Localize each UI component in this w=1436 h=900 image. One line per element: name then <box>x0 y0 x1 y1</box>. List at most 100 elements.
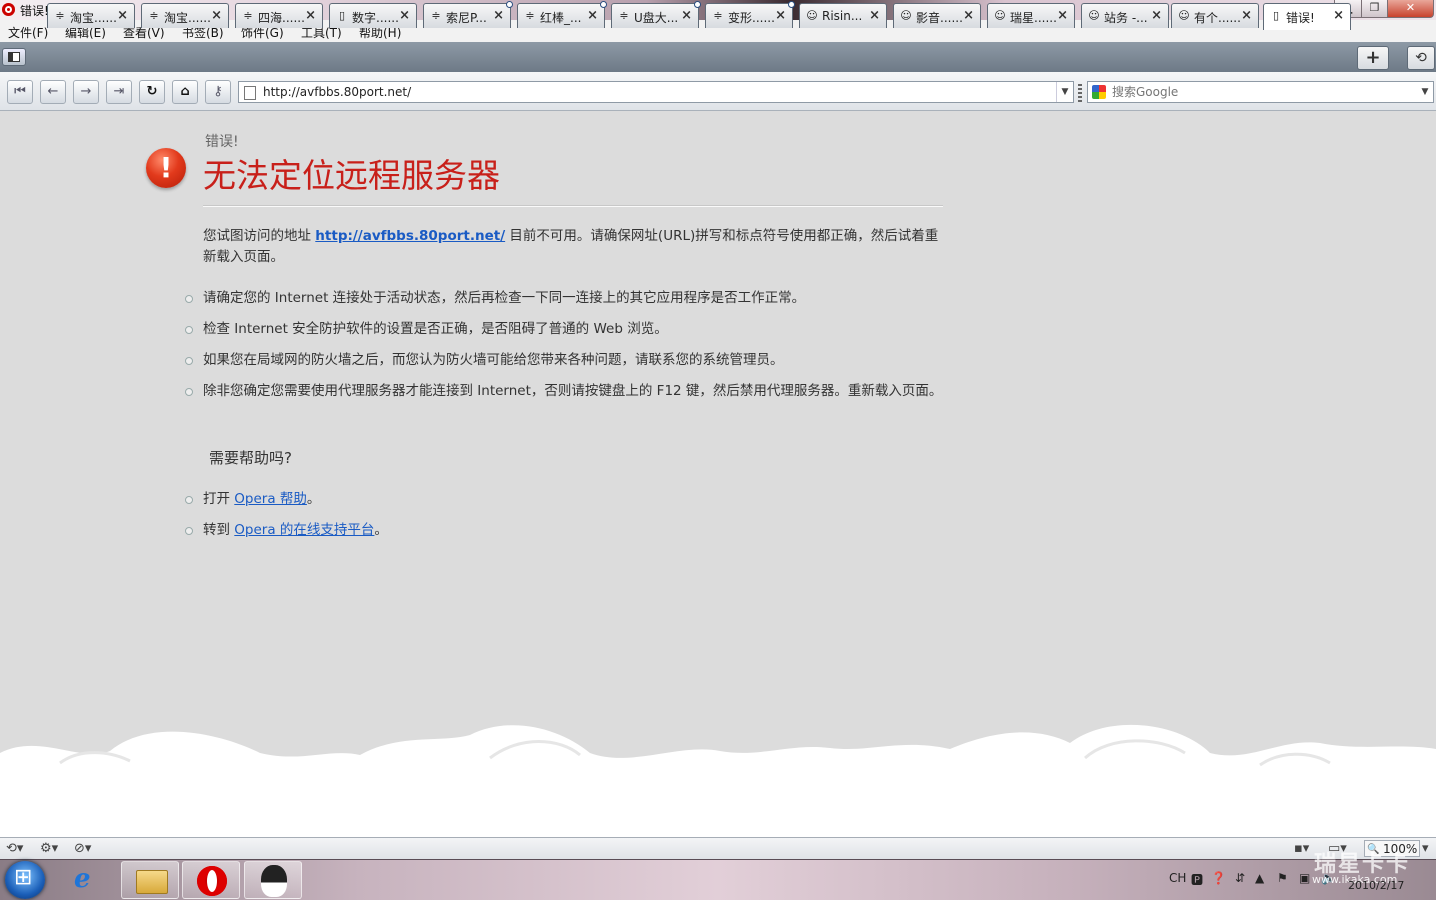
close-tab-icon[interactable]: × <box>1151 8 1162 23</box>
tab-indicator-icon <box>694 1 701 8</box>
tab[interactable]: ☺ 影音...... × <box>893 3 981 28</box>
file-explorer-icon[interactable] <box>121 861 179 899</box>
help-text: 。 <box>374 522 388 538</box>
page-icon <box>244 86 256 100</box>
tab-label: U盘大... <box>634 11 679 25</box>
bullet-icon <box>185 295 193 303</box>
tab[interactable]: ☺ 瑞星...... × <box>987 3 1075 28</box>
navigation-bar: ⏮ ← → ⇥ ↻ ⌂ ⚷ ▼ ▼ <box>0 72 1436 111</box>
address-field[interactable]: ▼ <box>238 81 1074 103</box>
divider <box>203 205 943 207</box>
tab-active[interactable]: ▯ 错误! × <box>1263 3 1351 30</box>
opera-help-link[interactable]: Opera 帮助 <box>234 491 307 507</box>
tab-indicator-icon <box>506 1 513 8</box>
toolbar-grip[interactable] <box>1078 84 1082 102</box>
smiley-icon: ☺ <box>994 9 1006 22</box>
search-field[interactable]: ▼ <box>1087 81 1434 103</box>
tab[interactable]: ≑ 变形...... × <box>705 1 795 28</box>
home-icon[interactable]: ⌂ <box>172 80 198 104</box>
close-tab-icon[interactable]: × <box>117 8 128 23</box>
tab-indicator-icon <box>600 1 607 8</box>
tab-label: 站务 -... <box>1104 11 1148 25</box>
feed-icon: ≑ <box>525 9 535 22</box>
language-indicator[interactable]: CH <box>1169 871 1186 885</box>
turbo-icon[interactable]: ⟲▾ <box>6 841 23 856</box>
close-tab-icon[interactable]: × <box>1333 8 1344 23</box>
internet-explorer-icon[interactable]: e <box>60 861 118 899</box>
tab-label: 影音...... <box>916 11 963 25</box>
help-item: 转到 Opera 的在线支持平台。 <box>203 520 943 541</box>
tab[interactable]: ☺ Risin... × <box>799 3 887 28</box>
key-icon[interactable]: ⚷ <box>205 80 231 104</box>
close-tab-icon[interactable]: × <box>1057 8 1068 23</box>
close-tab-icon[interactable]: × <box>305 8 316 23</box>
google-icon[interactable] <box>1092 85 1106 99</box>
tray-arrow-icon[interactable]: ⇵ <box>1235 871 1245 885</box>
tab-label: 红棒_... <box>540 11 582 25</box>
close-tab-icon[interactable]: × <box>493 8 504 23</box>
qq-icon[interactable] <box>244 861 302 899</box>
close-tab-icon[interactable]: × <box>775 8 786 23</box>
fast-forward-icon[interactable]: ⇥ <box>106 80 132 104</box>
help-icon[interactable]: ❓ <box>1211 871 1226 885</box>
tab[interactable]: ≑ 红棒_... × <box>517 1 607 28</box>
close-tab-icon[interactable]: × <box>681 8 692 23</box>
tab[interactable]: ≑ U盘大... × <box>611 1 701 28</box>
opera-taskbar-icon[interactable] <box>182 861 240 899</box>
tab-label: 淘宝...... <box>164 11 211 25</box>
rewind-icon[interactable]: ⏮ <box>7 80 33 104</box>
tab[interactable]: ≑ 索尼P... × <box>423 1 513 28</box>
bullet-icon <box>185 527 193 535</box>
tab[interactable]: ☺ 站务 -... × <box>1081 3 1169 28</box>
maximize-button[interactable]: ❐ <box>1361 0 1388 18</box>
close-window-button[interactable]: ✕ <box>1387 0 1434 18</box>
tab[interactable]: ▯ 数字...... × <box>329 3 417 28</box>
back-icon[interactable]: ← <box>40 80 66 104</box>
error-description: 您试图访问的地址 http://avfbbs.80port.net/ 目前不可用… <box>203 226 943 268</box>
tab[interactable]: ≑ 淘宝...... × <box>141 3 229 28</box>
close-tab-icon[interactable]: × <box>211 8 222 23</box>
page-content: ! 错误! 无法定位远程服务器 您试图访问的地址 http://avfbbs.8… <box>0 111 1436 837</box>
bullet-icon <box>185 357 193 365</box>
close-tab-icon[interactable]: × <box>399 8 410 23</box>
address-input[interactable] <box>263 84 1043 100</box>
chevron-down-icon[interactable]: ▼ <box>1417 82 1433 102</box>
close-tab-icon[interactable]: × <box>869 8 880 23</box>
panel-toggle-button[interactable] <box>2 48 26 66</box>
tab-label: 淘宝...... <box>70 11 117 25</box>
show-hidden-icons[interactable]: ▲ <box>1255 871 1264 885</box>
input-method-icon[interactable]: 🅿 <box>1191 871 1203 888</box>
help-text: 打开 <box>203 491 235 507</box>
start-button[interactable] <box>5 861 45 899</box>
failed-url-link[interactable]: http://avfbbs.80port.net/ <box>315 228 505 244</box>
forward-icon[interactable]: → <box>73 80 99 104</box>
help-heading: 需要帮助吗? <box>209 449 292 467</box>
smiley-icon: ☺ <box>806 9 818 22</box>
intro-text: 您试图访问的地址 <box>203 228 316 244</box>
link-icon[interactable]: ⊘▾ <box>74 841 91 856</box>
tip-item: 检查 Internet 安全防护软件的设置是否正确，是否阻碍了普通的 Web 浏… <box>203 321 668 337</box>
close-tab-icon[interactable]: × <box>587 8 598 23</box>
clock-date[interactable]: 2010/2/17 <box>1348 879 1404 892</box>
help-text: 。 <box>306 491 321 507</box>
tab[interactable]: ☺ 有个...... × <box>1171 3 1259 28</box>
close-tab-icon[interactable]: × <box>963 8 974 23</box>
chevron-down-icon[interactable]: ▼ <box>1056 82 1073 102</box>
close-tab-icon[interactable]: × <box>1241 8 1252 23</box>
error-label: 错误! <box>205 134 239 150</box>
menu-file[interactable]: 文件(F) <box>8 24 48 41</box>
tab-label: 错误! <box>1286 11 1315 25</box>
reload-icon[interactable]: ↻ <box>139 80 165 104</box>
unite-icon[interactable]: ⚙▾ <box>40 841 58 856</box>
tab[interactable]: ≑ 四海...... × <box>235 3 323 28</box>
tip-item: 请确定您的 Internet 连接处于活动状态，然后再检查一下同一连接上的其它应… <box>203 290 806 306</box>
new-tab-button[interactable]: + <box>1357 46 1389 70</box>
closed-tabs-icon[interactable]: ⟲ <box>1407 46 1435 70</box>
opera-logo-icon <box>2 3 15 16</box>
help-text: 转到 <box>203 522 235 538</box>
search-input[interactable] <box>1112 84 1412 100</box>
network-error-icon[interactable]: ⚑ <box>1277 871 1288 885</box>
tip-item: 除非您确定您需要使用代理服务器才能连接到 Internet，否则请按键盘上的 F… <box>203 383 943 399</box>
tab[interactable]: ≑ 淘宝...... × <box>47 3 135 28</box>
opera-support-link[interactable]: Opera 的在线支持平台 <box>234 522 374 538</box>
